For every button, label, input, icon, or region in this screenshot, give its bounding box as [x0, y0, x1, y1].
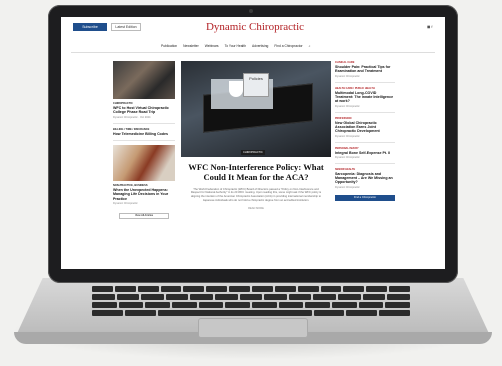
laptop-screen: Subscribe Latest Edition Dynamic Chiropr… — [61, 17, 445, 269]
article-tag: NON-PRACTICE, BUSINESS — [113, 183, 148, 187]
article-headline[interactable]: Multimodal Long-COVID Treatment: The Inn… — [335, 91, 395, 104]
social-icons[interactable]: ◼ f — [427, 24, 433, 29]
article-tag: CHIROPRACTIC — [113, 102, 133, 105]
article-headline[interactable]: Shoulder Pain: Practical Tips for Examin… — [335, 65, 395, 74]
site-logo[interactable]: Dynamic Chiropractic — [205, 21, 305, 33]
article-tag: PERSONAL INJURY — [335, 146, 359, 150]
article-meta: Dynamic Chiropractic — [335, 155, 360, 159]
read-more-link[interactable]: READ MORE — [181, 207, 331, 210]
featured-headline[interactable]: WFC Non-Interference Policy: What Could … — [181, 162, 331, 183]
nav-item-publication[interactable]: Publication — [161, 44, 177, 48]
article-meta: Dynamic Chiropractic — [335, 74, 360, 78]
article-thumbnail[interactable] — [113, 144, 175, 181]
divider — [335, 162, 395, 164]
left-column: CHIROPRACTIC WFC to Host Virtual Chiropr… — [113, 61, 175, 219]
featured-tag: CHIROPRACTIC — [241, 150, 265, 155]
keyboard-row — [92, 286, 411, 292]
view-all-articles-button[interactable]: View All Articles — [119, 212, 169, 219]
article-meta: Dynamic Chiropractic · Oct 2024 — [113, 115, 151, 119]
article-headline[interactable]: When the Unexpected Happens: Managing Li… — [113, 188, 175, 201]
policies-label: Policies — [243, 73, 269, 97]
search-icon[interactable]: ⌕ — [309, 44, 311, 48]
nav-divider — [71, 52, 435, 53]
laptop-lid: Subscribe Latest Edition Dynamic Chiropr… — [48, 5, 458, 283]
main-nav: Publication Newsletter Webinars To Your … — [161, 44, 310, 48]
featured-excerpt: The World Federation of Chiropractic (WF… — [190, 187, 322, 202]
article-tag: HEALTH CARE / PUBLIC HEALTH — [335, 86, 375, 90]
shield-icon — [229, 81, 243, 97]
article-tag: CLINICAL CARE — [335, 61, 355, 64]
right-column: CLINICAL CARE Shoulder Pain: Practical T… — [335, 61, 395, 201]
site-header: Subscribe Latest Edition Dynamic Chiropr… — [61, 17, 445, 39]
featured-image[interactable]: Policies CHIROPRACTIC — [181, 61, 331, 157]
keyboard — [92, 286, 411, 316]
featured-article: Policies CHIROPRACTIC WFC Non-Interferen… — [181, 61, 331, 210]
divider — [335, 111, 395, 113]
article-headline[interactable]: How Telemedicine Billing Codes — [113, 132, 175, 136]
nav-item-newsletter[interactable]: Newsletter — [183, 44, 199, 48]
keyboard-row — [92, 310, 410, 316]
article-tag: PROFESSION — [335, 116, 352, 120]
keyboard-row — [92, 294, 410, 300]
article-thumbnail[interactable] — [113, 61, 175, 99]
divider — [335, 81, 395, 83]
keyboard-row — [92, 302, 411, 308]
nav-item-to-your-health[interactable]: To Your Health — [225, 44, 246, 48]
article-headline[interactable]: WFC to Host Virtual Chiropractic College… — [113, 106, 175, 115]
trackpad — [198, 318, 308, 338]
nav-item-advertising[interactable]: Advertising — [252, 44, 268, 48]
article-meta: Dynamic Chiropractic — [335, 134, 360, 138]
divider — [113, 122, 175, 124]
article-meta: Dynamic Chiropractic — [113, 201, 138, 205]
nav-item-webinars[interactable]: Webinars — [205, 44, 219, 48]
subscribe-button[interactable]: Subscribe — [73, 23, 107, 31]
latest-edition-button[interactable]: Latest Edition — [111, 23, 141, 31]
article-headline[interactable]: Sarcopenia: Diagnosis and Management – A… — [335, 172, 395, 185]
divider — [335, 141, 395, 143]
article-tag: SENIOR HEALTH — [335, 167, 356, 171]
divider — [113, 139, 175, 141]
article-tag: BILLING / TIME / INSURANCE — [113, 127, 150, 131]
article-meta: Dynamic Chiropractic — [335, 104, 360, 108]
article-meta: Dynamic Chiropractic — [335, 185, 360, 189]
camera-icon — [249, 9, 253, 13]
article-headline[interactable]: New Global Chiropractic Association Earn… — [335, 121, 395, 134]
article-headline[interactable]: Integral Bone Self-Expense Pt. II — [335, 151, 395, 155]
nav-item-find-chiropractor[interactable]: Find a Chiropractor — [274, 44, 302, 48]
find-chiropractor-button[interactable]: Find a Chiropractor — [335, 194, 395, 201]
